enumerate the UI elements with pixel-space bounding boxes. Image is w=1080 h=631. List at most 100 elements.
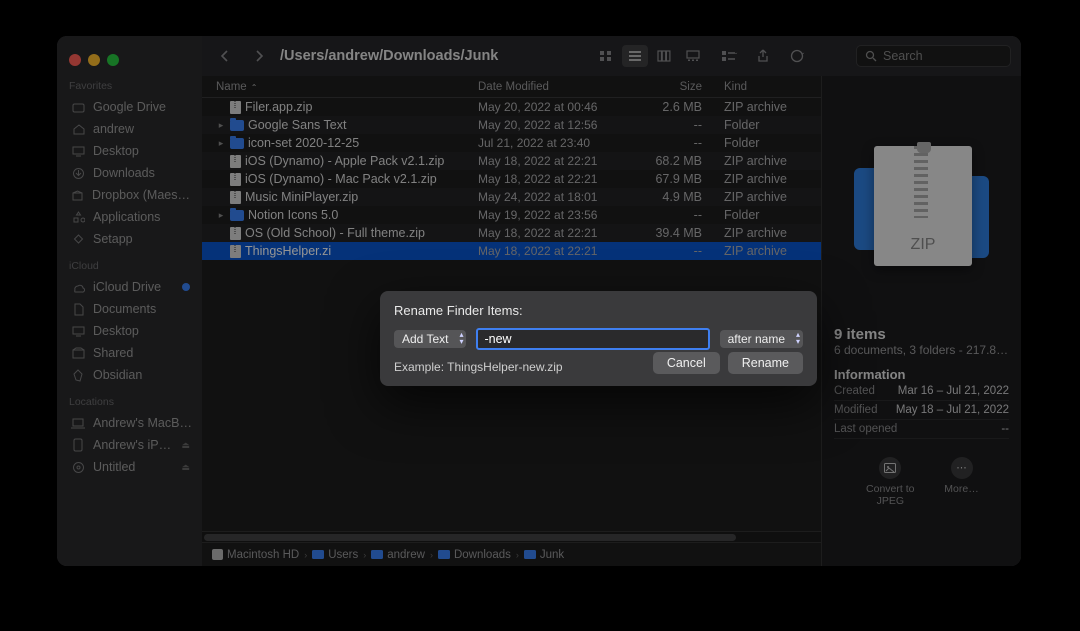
file-size: 39.4 MB bbox=[634, 226, 716, 240]
file-name: Notion Icons 5.0 bbox=[248, 208, 338, 222]
preview-info-row: CreatedMar 16 – Jul 21, 2022 bbox=[834, 382, 1009, 401]
list-view-button[interactable] bbox=[622, 45, 648, 67]
file-row[interactable]: Filer.app.zipMay 20, 2022 at 00:462.6 MB… bbox=[202, 98, 821, 116]
file-row[interactable]: ThingsHelper.ziMay 18, 2022 at 22:21--ZI… bbox=[202, 242, 821, 260]
breadcrumb-item[interactable]: andrew bbox=[371, 549, 425, 561]
sidebar-item-label: Desktop bbox=[93, 144, 139, 158]
breadcrumb-label: Junk bbox=[540, 549, 564, 561]
sidebar-item[interactable]: Obsidian bbox=[67, 364, 194, 386]
column-headers: Name⌃ Date Modified Size Kind bbox=[202, 76, 821, 98]
zoom-window-button[interactable] bbox=[107, 54, 119, 66]
column-date[interactable]: Date Modified bbox=[478, 81, 634, 93]
path-title[interactable]: /Users/andrew/Downloads/Junk bbox=[280, 48, 498, 64]
chevron-right-icon: › bbox=[516, 550, 519, 560]
sidebar-item[interactable]: Andrew's iP… ⏏ bbox=[67, 434, 194, 456]
sidebar-item[interactable]: Dropbox (Maes… bbox=[67, 184, 194, 206]
folder-icon bbox=[230, 120, 244, 131]
forward-button[interactable] bbox=[246, 45, 272, 67]
zip-file-icon bbox=[230, 191, 241, 204]
obsidian-icon bbox=[71, 368, 85, 382]
preview-summary: 6 documents, 3 folders - 217.8… bbox=[834, 343, 1009, 357]
search-field[interactable]: Search bbox=[856, 45, 1011, 67]
file-row[interactable]: ▸Notion Icons 5.0May 19, 2022 at 23:56--… bbox=[202, 206, 821, 224]
search-placeholder-text: Search bbox=[883, 49, 923, 63]
close-window-button[interactable] bbox=[69, 54, 81, 66]
rename-text-input[interactable] bbox=[476, 328, 709, 350]
column-size[interactable]: Size bbox=[634, 81, 716, 93]
sidebar-item[interactable]: Andrew's MacB… bbox=[67, 412, 194, 434]
file-size: 68.2 MB bbox=[634, 154, 716, 168]
sidebar-item-label: Shared bbox=[93, 346, 133, 360]
share-button[interactable] bbox=[750, 45, 776, 67]
preview-thumbnail: ZIP bbox=[834, 90, 1009, 320]
drive-icon bbox=[71, 100, 85, 114]
sidebar-item-label: Andrew's iP… bbox=[93, 438, 171, 452]
position-dropdown[interactable]: after name ▴▾ bbox=[720, 330, 803, 348]
sidebar-item[interactable]: Applications bbox=[67, 206, 194, 228]
dialog-title: Rename Finder Items: bbox=[394, 303, 803, 318]
breadcrumb-label: Users bbox=[328, 549, 358, 561]
file-row[interactable]: ▸icon-set 2020-12-25Jul 21, 2022 at 23:4… bbox=[202, 134, 821, 152]
eject-icon[interactable]: ⏏ bbox=[181, 440, 190, 451]
more-actions[interactable]: ⋯ More… bbox=[944, 457, 978, 507]
preview-item-count: 9 items bbox=[834, 326, 1009, 343]
file-name: Music MiniPlayer.zip bbox=[245, 190, 358, 204]
horizontal-scrollbar[interactable] bbox=[202, 531, 821, 542]
sidebar-item-label: Dropbox (Maes… bbox=[92, 188, 190, 202]
file-date: Jul 21, 2022 at 23:40 bbox=[478, 136, 634, 150]
zip-file-icon bbox=[230, 101, 241, 114]
sidebar-item-label: Andrew's MacB… bbox=[93, 416, 192, 430]
disclosure-triangle-icon[interactable]: ▸ bbox=[216, 120, 226, 131]
breadcrumb-item[interactable]: Downloads bbox=[438, 549, 511, 561]
sidebar-item[interactable]: Documents bbox=[67, 298, 194, 320]
zip-icon: ZIP bbox=[874, 146, 972, 266]
sidebar-item-label: Obsidian bbox=[93, 368, 142, 382]
file-row[interactable]: Music MiniPlayer.zipMay 24, 2022 at 18:0… bbox=[202, 188, 821, 206]
breadcrumb-item[interactable]: Junk bbox=[524, 549, 564, 561]
group-by-button[interactable]: ˇ bbox=[716, 45, 742, 67]
file-date: May 18, 2022 at 22:21 bbox=[478, 154, 634, 168]
sidebar-item[interactable]: andrew bbox=[67, 118, 194, 140]
sidebar-item[interactable]: Untitled ⏏ bbox=[67, 456, 194, 478]
sidebar-item[interactable]: Setapp bbox=[67, 228, 194, 250]
breadcrumb-item[interactable]: Macintosh HD bbox=[212, 549, 299, 561]
disclosure-triangle-icon[interactable]: ▸ bbox=[216, 210, 226, 221]
rename-mode-dropdown[interactable]: Add Text ▴▾ bbox=[394, 330, 466, 348]
file-name: Filer.app.zip bbox=[245, 100, 312, 114]
eject-icon[interactable]: ⏏ bbox=[181, 462, 190, 473]
gallery-view-button[interactable] bbox=[680, 45, 706, 67]
rename-button[interactable]: Rename bbox=[728, 352, 803, 374]
file-row[interactable]: iOS (Dynamo) - Mac Pack v2.1.zipMay 18, … bbox=[202, 170, 821, 188]
scrollbar-thumb[interactable] bbox=[204, 534, 736, 541]
file-row[interactable]: OS (Old School) - Full theme.zipMay 18, … bbox=[202, 224, 821, 242]
sort-ascending-icon: ⌃ bbox=[251, 83, 258, 92]
folder-icon bbox=[438, 550, 450, 559]
preview-info-row: ModifiedMay 18 – Jul 21, 2022 bbox=[834, 401, 1009, 420]
icon-view-button[interactable] bbox=[593, 45, 619, 67]
sidebar-item[interactable]: Shared bbox=[67, 342, 194, 364]
sidebar-item[interactable]: Google Drive bbox=[67, 96, 194, 118]
file-row[interactable]: ▸Google Sans TextMay 20, 2022 at 12:56--… bbox=[202, 116, 821, 134]
convert-jpeg-action[interactable]: Convert to JPEG bbox=[864, 457, 916, 507]
cancel-button[interactable]: Cancel bbox=[653, 352, 720, 374]
file-size: 4.9 MB bbox=[634, 190, 716, 204]
sidebar-item[interactable]: iCloud Drive bbox=[67, 276, 194, 298]
file-date: May 18, 2022 at 22:21 bbox=[478, 172, 634, 186]
file-row[interactable]: iOS (Dynamo) - Apple Pack v2.1.zipMay 18… bbox=[202, 152, 821, 170]
sidebar-item[interactable]: Downloads bbox=[67, 162, 194, 184]
sidebar-item-label: Setapp bbox=[93, 232, 133, 246]
apps-icon bbox=[71, 210, 85, 224]
minimize-window-button[interactable] bbox=[88, 54, 100, 66]
column-name[interactable]: Name⌃ bbox=[216, 81, 478, 93]
chevron-right-icon: › bbox=[304, 550, 307, 560]
zip-file-icon bbox=[230, 173, 241, 186]
sidebar-item[interactable]: Desktop bbox=[67, 140, 194, 162]
sidebar-item[interactable]: Desktop bbox=[67, 320, 194, 342]
column-view-button[interactable] bbox=[651, 45, 677, 67]
breadcrumb-item[interactable]: Users bbox=[312, 549, 358, 561]
sidebar-item-label: Untitled bbox=[93, 460, 135, 474]
disclosure-triangle-icon[interactable]: ▸ bbox=[216, 138, 226, 149]
tag-button[interactable]: ˇ bbox=[784, 45, 810, 67]
back-button[interactable] bbox=[212, 45, 238, 67]
column-kind[interactable]: Kind bbox=[716, 81, 821, 93]
